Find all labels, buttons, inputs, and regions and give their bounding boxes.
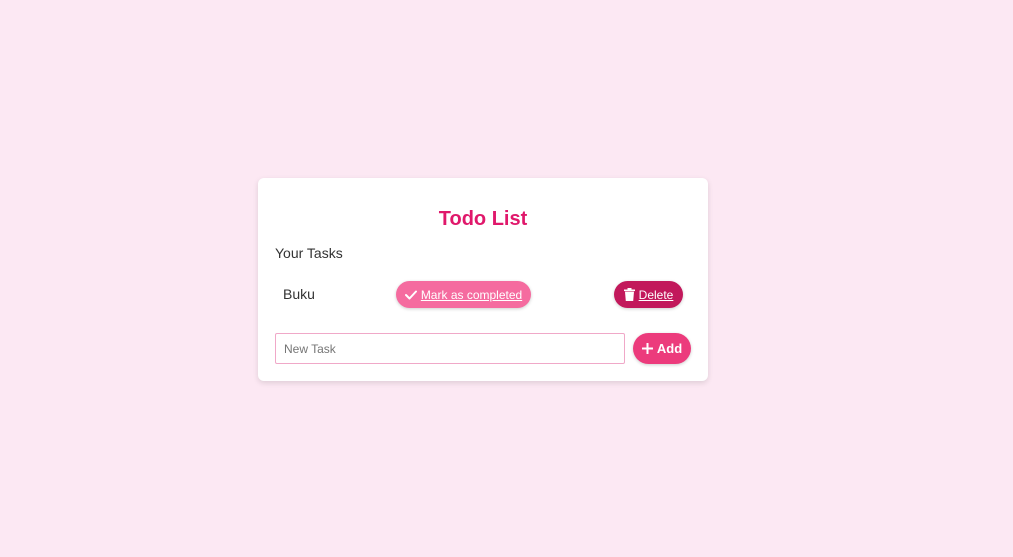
task-row: Buku Mark as completed Delete xyxy=(275,281,691,308)
mark-completed-button[interactable]: Mark as completed xyxy=(396,281,531,308)
trash-icon xyxy=(623,288,635,301)
mark-completed-label: Mark as completed xyxy=(420,287,523,302)
page-title: Todo List xyxy=(438,208,528,230)
new-task-input[interactable] xyxy=(275,333,625,364)
delete-button[interactable]: Delete xyxy=(614,281,683,308)
check-icon xyxy=(404,290,417,300)
add-task-button[interactable]: Add xyxy=(633,333,691,364)
tasks-heading: Your Tasks xyxy=(275,245,343,261)
delete-label: Delete xyxy=(638,287,674,302)
todo-card: Todo List Your Tasks Buku Mark as comple… xyxy=(258,178,708,381)
plus-icon xyxy=(641,343,653,354)
task-text: Buku xyxy=(283,286,315,302)
add-label: Add xyxy=(656,341,683,356)
